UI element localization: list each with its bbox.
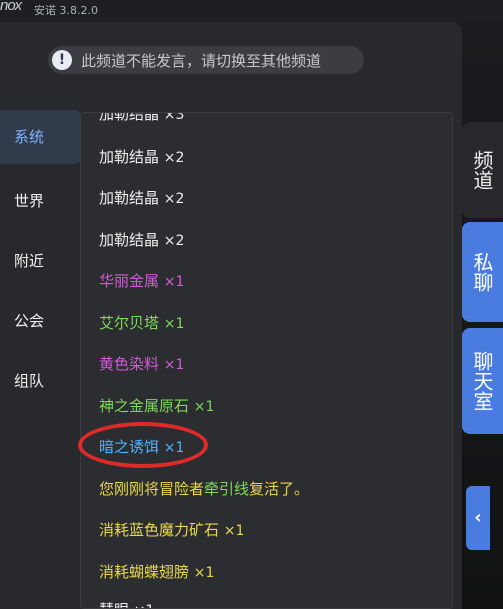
item-qty: ×1 — [163, 274, 185, 290]
tab-guild[interactable]: 公会 — [0, 294, 82, 348]
item-name: 华丽金属 — [99, 272, 160, 290]
item-name: 加勒结晶 — [99, 189, 160, 207]
message-text-pre: 您刚刚将冒险者 — [99, 480, 205, 498]
item-name: 消耗蓝色魔力矿石 — [99, 521, 220, 539]
list-item: 加勒结晶 ×2 — [99, 146, 184, 167]
tab-nearby[interactable]: 附近 — [0, 234, 82, 288]
item-qty: ×2 — [163, 191, 185, 207]
channel-sidebar: 系统 世界 附近 公会 组队 — [0, 110, 82, 609]
item-qty: ×3 — [163, 112, 185, 123]
title-bar: nox 安诺 3.8.2.0 — [0, 0, 503, 22]
list-item: 您刚刚将冒险者牵引线复活了。 — [99, 478, 309, 499]
list-item: 消耗蝴蝶翅膀 ×1 — [99, 561, 214, 582]
list-item: 黄色染料 ×1 — [99, 353, 184, 374]
list-item: 加勒结晶 ×2 — [99, 229, 184, 250]
message-list[interactable]: 加勒结晶 ×3 加勒结晶 ×2 加勒结晶 ×2 加勒结晶 ×2 华丽金属 ×1 … — [80, 112, 453, 609]
item-name: 黄色染料 — [99, 355, 160, 373]
item-name: 艾尔贝塔 — [99, 314, 160, 332]
message-text-post: 复活了。 — [249, 480, 310, 498]
item-name: 慧眼 — [99, 601, 129, 608]
tab-channel[interactable]: 频道 — [462, 122, 503, 218]
app-logo: nox — [0, 0, 22, 14]
item-qty: ×1 — [223, 523, 245, 539]
app-title: 安诺 3.8.2.0 — [34, 4, 98, 17]
item-qty: ×1 — [134, 603, 155, 608]
tab-party[interactable]: 组队 — [0, 354, 82, 408]
list-item: 消耗蓝色魔力矿石 ×1 — [99, 519, 244, 540]
channel-notice: ! 此频道不能发言，请切换至其他频道 — [48, 46, 364, 74]
item-qty: ×1 — [163, 357, 185, 373]
item-qty: ×2 — [163, 233, 185, 249]
tab-world[interactable]: 世界 — [0, 174, 82, 228]
list-item: 加勒结晶 ×3 — [99, 112, 185, 124]
list-item: 加勒结晶 ×2 — [99, 187, 184, 208]
item-qty: ×2 — [163, 150, 185, 166]
list-item: 华丽金属 ×1 — [99, 270, 184, 291]
item-qty: ×1 — [193, 565, 215, 581]
chevron-left-icon: ‹ — [474, 507, 482, 528]
item-name: 加勒结晶 — [99, 148, 160, 166]
tab-chat-room[interactable]: 聊天室 — [462, 328, 503, 434]
tab-private-chat[interactable]: 私聊 — [462, 222, 503, 322]
item-qty: ×1 — [163, 316, 185, 332]
notice-text: 此频道不能发言，请切换至其他频道 — [81, 51, 322, 70]
item-name: 加勒结晶 — [99, 231, 160, 249]
item-name: 消耗蝴蝶翅膀 — [99, 563, 190, 581]
highlight-circle — [78, 422, 208, 468]
collapse-button[interactable]: ‹ — [466, 486, 490, 550]
item-qty: ×1 — [193, 399, 215, 415]
item-name: 加勒结晶 — [99, 112, 160, 123]
list-item: 艾尔贝塔 ×1 — [99, 312, 184, 333]
info-icon: ! — [52, 50, 72, 70]
tab-system[interactable]: 系统 — [0, 110, 82, 164]
item-name: 神之金属原石 — [99, 397, 190, 415]
list-item: 神之金属原石 ×1 — [99, 395, 214, 416]
list-item: 慧眼 ×1 — [99, 599, 155, 608]
item-name: 牵引线 — [204, 480, 250, 498]
